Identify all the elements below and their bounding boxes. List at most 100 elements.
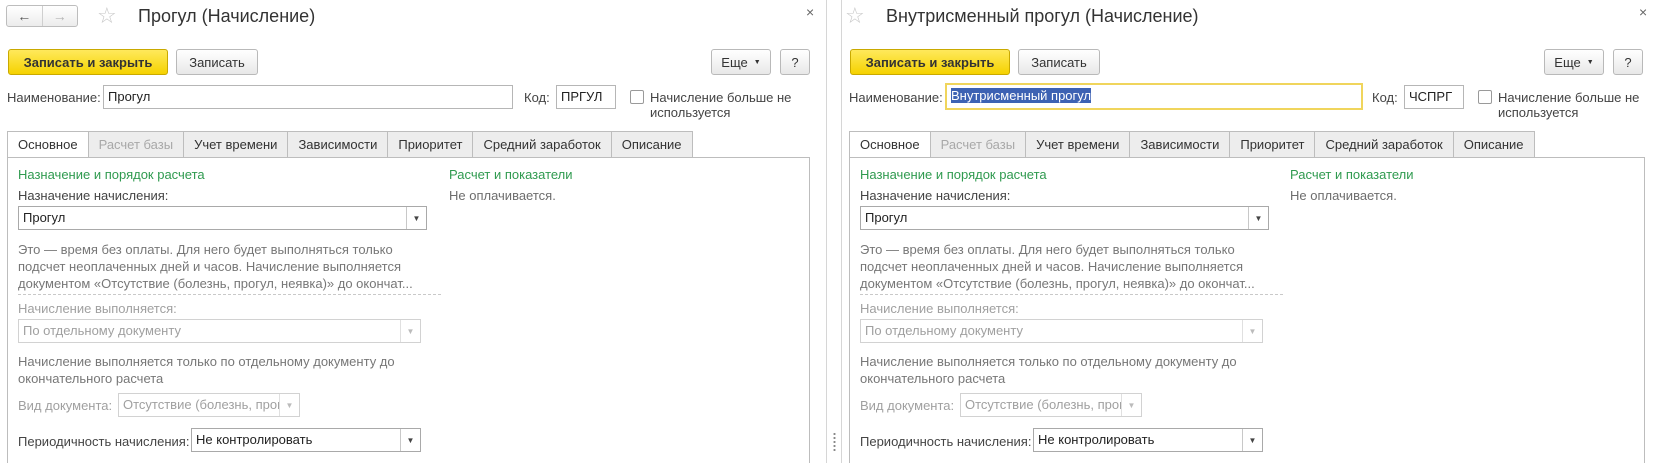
name-input-selected-text: Внутрисменный прогул bbox=[951, 88, 1092, 103]
close-icon[interactable]: × bbox=[806, 4, 814, 20]
pane-splitter[interactable] bbox=[826, 0, 842, 463]
tab-dependencies[interactable]: Зависимости bbox=[288, 131, 389, 158]
executed-note-line2: окончательного расчета bbox=[18, 371, 164, 386]
purpose-label: Назначение начисления: bbox=[860, 188, 1011, 203]
section-calc-heading: Расчет и показатели bbox=[1290, 167, 1414, 182]
not-used-checkbox[interactable] bbox=[630, 90, 644, 104]
separator bbox=[18, 294, 441, 295]
tab-priority[interactable]: Приоритет bbox=[1230, 131, 1316, 158]
dropdown-arrow-icon: ▼ bbox=[279, 394, 299, 416]
tab-main[interactable]: Основное bbox=[7, 131, 89, 158]
tab-priority[interactable]: Приоритет bbox=[388, 131, 474, 158]
doc-type-label: Вид документа: bbox=[18, 398, 113, 413]
dropdown-arrow-icon[interactable]: ▼ bbox=[400, 429, 420, 451]
name-label: Наименование: bbox=[7, 90, 101, 105]
purpose-description: Это — время без оплаты. Для него будет в… bbox=[18, 241, 413, 292]
executed-label: Начисление выполняется: bbox=[860, 301, 1019, 316]
code-input[interactable]: ПРГУЛ bbox=[556, 85, 616, 109]
doc-type-select-value: Отсутствие (болезнь, прог bbox=[123, 397, 282, 412]
tab-time-accounting[interactable]: Учет времени bbox=[1026, 131, 1131, 158]
tab-dependencies[interactable]: Зависимости bbox=[1130, 131, 1231, 158]
description-line2: подсчет неоплаченных дней и часов. Начис… bbox=[18, 259, 401, 274]
not-used-label: Начисление больше не используется bbox=[650, 90, 791, 120]
tab-description[interactable]: Описание bbox=[1453, 131, 1535, 158]
back-arrow-icon[interactable]: ← bbox=[7, 6, 42, 26]
right-form-window: ☆ Внутрисменный прогул (Начисление) × За… bbox=[842, 0, 1655, 463]
separator bbox=[860, 294, 1283, 295]
tab-strip: Основное Расчет базы Учет времени Зависи… bbox=[7, 131, 693, 158]
tab-time-accounting[interactable]: Учет времени bbox=[184, 131, 289, 158]
executed-select-value: По отдельному документу bbox=[23, 323, 181, 338]
more-button[interactable]: Еще ▼ bbox=[1544, 49, 1604, 75]
dropdown-arrow-icon: ▼ bbox=[1121, 394, 1141, 416]
more-button[interactable]: Еще ▼ bbox=[711, 49, 771, 75]
code-input[interactable]: ЧСПРГ bbox=[1404, 85, 1464, 109]
description-line3: документом «Отсутствие (болезнь, прогул,… bbox=[18, 276, 413, 291]
not-used-checkbox[interactable] bbox=[1478, 90, 1492, 104]
purpose-select-value: Прогул bbox=[23, 210, 66, 225]
help-button[interactable]: ? bbox=[780, 49, 810, 75]
save-button[interactable]: Записать bbox=[176, 49, 258, 75]
forward-arrow-icon[interactable]: → bbox=[41, 6, 78, 26]
chevron-down-icon: ▼ bbox=[753, 58, 761, 66]
executed-select: По отдельному документу ▼ bbox=[860, 319, 1263, 343]
help-button[interactable]: ? bbox=[1613, 49, 1643, 75]
close-icon[interactable]: × bbox=[1639, 4, 1647, 20]
purpose-label: Назначение начисления: bbox=[18, 188, 169, 203]
executed-note-line1: Начисление выполняется только по отдельн… bbox=[860, 354, 1237, 369]
left-form-window: ← → ☆ Прогул (Начисление) × Записать и з… bbox=[0, 0, 826, 463]
section-purpose-heading: Назначение и порядок расчета bbox=[860, 167, 1047, 182]
tab-strip: Основное Расчет базы Учет времени Зависи… bbox=[849, 131, 1535, 158]
doc-type-label: Вид документа: bbox=[860, 398, 955, 413]
window-title: Внутрисменный прогул (Начисление) bbox=[886, 6, 1199, 26]
tab-description[interactable]: Описание bbox=[611, 131, 693, 158]
not-used-label: Начисление больше не используется bbox=[1498, 90, 1639, 120]
section-purpose-heading: Назначение и порядок расчета bbox=[18, 167, 205, 182]
code-label: Код: bbox=[524, 90, 550, 105]
save-button[interactable]: Записать bbox=[1018, 49, 1100, 75]
executed-note-line2: окончательного расчета bbox=[860, 371, 1006, 386]
doc-type-select-value: Отсутствие (болезнь, прог bbox=[965, 397, 1124, 412]
description-line1: Это — время без оплаты. Для него будет в… bbox=[860, 242, 1235, 257]
right-titlebar: ☆ Внутрисменный прогул (Начисление) × bbox=[842, 0, 1655, 36]
purpose-description: Это — время без оплаты. Для него будет в… bbox=[860, 241, 1255, 292]
name-input[interactable]: Внутрисменный прогул bbox=[945, 83, 1363, 110]
calc-value: Не оплачивается. bbox=[449, 188, 556, 203]
splitter-grip-icon[interactable] bbox=[833, 432, 836, 452]
tab-average-earnings[interactable]: Средний заработок bbox=[473, 131, 612, 158]
tab-main[interactable]: Основное bbox=[849, 131, 931, 158]
purpose-select[interactable]: Прогул ▼ bbox=[18, 206, 427, 230]
periodicity-select-value: Не контролировать bbox=[1038, 432, 1155, 447]
periodicity-select[interactable]: Не контролировать ▼ bbox=[1033, 428, 1263, 452]
chevron-down-icon: ▼ bbox=[1586, 58, 1594, 66]
not-used-label-line2: используется bbox=[650, 105, 731, 120]
more-label: Еще bbox=[1554, 54, 1581, 70]
doc-type-select: Отсутствие (болезнь, прог ▼ bbox=[118, 393, 300, 417]
favorite-star-icon[interactable]: ☆ bbox=[845, 4, 865, 28]
name-input[interactable]: Прогул bbox=[103, 85, 513, 109]
tab-base-calc[interactable]: Расчет базы bbox=[930, 131, 1027, 158]
tab-base-calc[interactable]: Расчет базы bbox=[88, 131, 185, 158]
left-titlebar: ← → ☆ Прогул (Начисление) × bbox=[0, 0, 826, 36]
executed-select: По отдельному документу ▼ bbox=[18, 319, 421, 343]
dropdown-arrow-icon[interactable]: ▼ bbox=[1248, 207, 1268, 229]
dropdown-arrow-icon[interactable]: ▼ bbox=[406, 207, 426, 229]
save-and-close-button[interactable]: Записать и закрыть bbox=[850, 49, 1010, 75]
calc-value: Не оплачивается. bbox=[1290, 188, 1397, 203]
executed-label: Начисление выполняется: bbox=[18, 301, 177, 316]
periodicity-label: Периодичность начисления: bbox=[860, 434, 1032, 449]
dropdown-arrow-icon[interactable]: ▼ bbox=[1242, 429, 1262, 451]
name-label: Наименование: bbox=[849, 90, 943, 105]
favorite-star-icon[interactable]: ☆ bbox=[97, 4, 117, 28]
description-line3: документом «Отсутствие (болезнь, прогул,… bbox=[860, 276, 1255, 291]
code-label: Код: bbox=[1372, 90, 1398, 105]
periodicity-select[interactable]: Не контролировать ▼ bbox=[191, 428, 421, 452]
not-used-label-line1: Начисление больше не bbox=[650, 90, 792, 105]
executed-note: Начисление выполняется только по отдельн… bbox=[860, 353, 1237, 387]
purpose-select[interactable]: Прогул ▼ bbox=[860, 206, 1269, 230]
periodicity-label: Периодичность начисления: bbox=[18, 434, 190, 449]
window-title: Прогул (Начисление) bbox=[138, 6, 316, 26]
tab-average-earnings[interactable]: Средний заработок bbox=[1315, 131, 1454, 158]
save-and-close-button[interactable]: Записать и закрыть bbox=[8, 49, 168, 75]
purpose-select-value: Прогул bbox=[865, 210, 908, 225]
